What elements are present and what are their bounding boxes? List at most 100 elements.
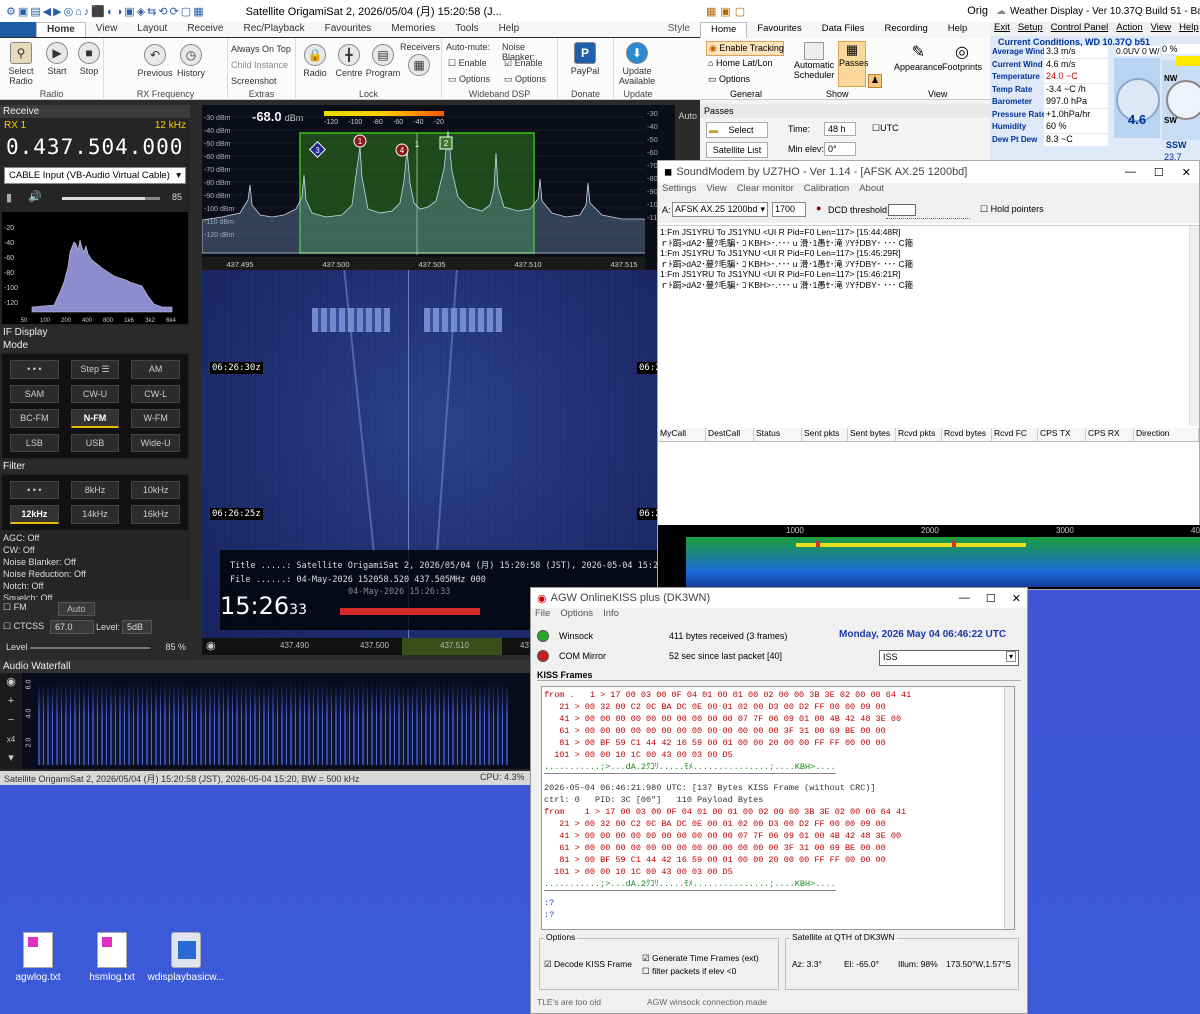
- mode-cw-l[interactable]: CW-L: [131, 385, 180, 403]
- notch-status[interactable]: Notch: Off: [0, 580, 190, 592]
- marker-circle-4[interactable]: 4: [395, 143, 409, 157]
- satellite-select[interactable]: ISS ▾: [879, 650, 1019, 666]
- history-button[interactable]: ◷ History: [172, 44, 210, 78]
- mode-wide-u[interactable]: Wide-U: [131, 434, 180, 452]
- column-header[interactable]: Rcvd bytes: [942, 428, 992, 441]
- weather-menu-control-panel[interactable]: Control Panel: [1051, 22, 1109, 36]
- satellite-list-button[interactable]: Satellite List: [706, 142, 768, 158]
- auto-scheduler-button[interactable]: Automatic Scheduler: [792, 42, 836, 80]
- footprints-button[interactable]: ◎ Footprints: [942, 42, 982, 72]
- appearance-button[interactable]: ✎ Appearance: [894, 42, 943, 72]
- volume-slider[interactable]: [62, 197, 160, 200]
- agw-menu-options[interactable]: Options: [560, 608, 593, 624]
- minimize-icon[interactable]: —: [959, 592, 970, 604]
- tracker-tab-help[interactable]: Help: [938, 22, 978, 38]
- ear-icon[interactable]: ◉: [0, 673, 22, 692]
- filter-12khz[interactable]: 12kHz: [10, 505, 59, 524]
- lock-centre-button[interactable]: ╋ Centre: [330, 44, 368, 78]
- zoom-x4[interactable]: x4: [0, 730, 22, 749]
- filter-packets-row[interactable]: ☐ filter packets if elev <0: [642, 966, 736, 977]
- filter-14khz[interactable]: 14kHz: [70, 505, 120, 524]
- minimize-icon[interactable]: —: [1125, 166, 1136, 178]
- utc-checkbox-row[interactable]: ☐UTC: [872, 123, 899, 134]
- spectrum-auto[interactable]: Auto: [678, 111, 697, 121]
- auto-button[interactable]: Auto: [58, 602, 95, 616]
- automute-options[interactable]: ▭ Options: [448, 74, 490, 85]
- min-elev-select[interactable]: 0°: [824, 142, 856, 156]
- select-radio-button[interactable]: ⚲ Select Radio: [2, 42, 40, 86]
- paypal-button[interactable]: P PayPal: [566, 42, 604, 76]
- weather-menu-setup[interactable]: Setup: [1018, 22, 1043, 36]
- sm-menu-about[interactable]: About: [859, 183, 884, 199]
- ctcss-checkbox[interactable]: ☐: [3, 621, 11, 631]
- filter-8khz[interactable]: 8kHz: [70, 481, 120, 499]
- hold-pointers-checkbox[interactable]: ☐: [980, 204, 988, 214]
- nr-status[interactable]: Noise Reduction: Off: [0, 568, 190, 580]
- down-icon[interactable]: ▾: [0, 749, 22, 768]
- agc-status[interactable]: AGC: Off: [0, 532, 190, 544]
- tracker-tab-datafiles[interactable]: Data Files: [812, 22, 875, 38]
- column-header[interactable]: Direction: [1134, 428, 1199, 441]
- always-on-top-button[interactable]: Always On Top: [231, 44, 291, 54]
- time-select[interactable]: 48 h: [824, 122, 856, 136]
- nb-options[interactable]: ▭ Options: [504, 74, 546, 85]
- sm-menu-settings[interactable]: Settings: [662, 183, 696, 199]
- mode-step[interactable]: Step ☰: [70, 360, 120, 379]
- weather-menu-exit[interactable]: Exit: [994, 22, 1010, 36]
- enable-tracking-button[interactable]: ◉ Enable Tracking: [706, 41, 784, 56]
- ctcss-row[interactable]: ☐ CTCSS: [3, 621, 44, 632]
- marker-small-1[interactable]: 1: [415, 140, 420, 149]
- tracker-tab-favourites[interactable]: Favourites: [747, 22, 811, 38]
- tab-tools[interactable]: Tools: [445, 22, 488, 37]
- sm-menu-calibration[interactable]: Calibration: [804, 183, 849, 199]
- kiss-frames-box[interactable]: from . 1 > 17 00 03 00 0F 04 01 00 01 00…: [541, 686, 1015, 930]
- tab-help[interactable]: Help: [489, 22, 530, 37]
- agw-menu-info[interactable]: Info: [603, 608, 619, 624]
- passes-button[interactable]: ▦ Passes: [838, 41, 869, 87]
- column-header[interactable]: CPS RX: [1086, 428, 1134, 441]
- filter-packets-checkbox[interactable]: ☐: [642, 966, 650, 976]
- quick-toolbar-icons[interactable]: ⚙▣▤◀▶◎⌂♪⬛◐◑▣◈⇆⟲⟳▢▦: [6, 5, 206, 18]
- maximize-icon[interactable]: ☐: [986, 592, 996, 605]
- automute-enable[interactable]: ☐ Enable: [448, 58, 487, 69]
- desktop-icon-wdisplay[interactable]: wdisplaybasicw...: [146, 932, 226, 983]
- mode-lsb[interactable]: LSB: [10, 434, 59, 452]
- fm-checkbox[interactable]: ☐: [3, 602, 11, 612]
- nb-enable[interactable]: ☑ Enable: [504, 58, 543, 69]
- mode-w-fm[interactable]: W-FM: [131, 409, 180, 428]
- weather-menu-view[interactable]: View: [1151, 22, 1171, 36]
- close-icon[interactable]: ✕: [1182, 166, 1191, 179]
- maximize-icon[interactable]: ☐: [1154, 166, 1164, 179]
- dcd-threshold-slider[interactable]: [886, 201, 970, 219]
- sm-menu-view[interactable]: View: [706, 183, 726, 199]
- child-instance-button[interactable]: Child Instance: [231, 60, 288, 70]
- mode-more[interactable]: • • •: [10, 360, 59, 379]
- ctcss-level-select[interactable]: 5dB: [122, 620, 152, 634]
- plus-icon[interactable]: +: [0, 692, 22, 711]
- sm-menu-clear-monitor[interactable]: Clear monitor: [737, 183, 794, 199]
- mode-usb[interactable]: USB: [70, 434, 120, 452]
- mode-am[interactable]: AM: [131, 360, 180, 379]
- gen-time-checkbox[interactable]: ☑: [642, 953, 650, 963]
- column-header[interactable]: Rcvd FC: [992, 428, 1038, 441]
- modem-freq-input[interactable]: 1700: [772, 202, 806, 217]
- connections-table-body[interactable]: [658, 442, 1199, 524]
- fm-checkbox-row[interactable]: ☐ FM: [3, 602, 27, 613]
- squelch-level-slider[interactable]: [30, 647, 150, 649]
- minus-icon[interactable]: −: [0, 711, 22, 730]
- mode-sam[interactable]: SAM: [10, 385, 59, 403]
- tab-view[interactable]: View: [86, 22, 128, 37]
- modem-waterfall[interactable]: 1000 2000 3000 4000: [658, 525, 1200, 589]
- lock-program-button[interactable]: ▤ Program: [364, 44, 402, 78]
- weather-menu-help[interactable]: Help: [1179, 22, 1199, 36]
- tab-layout[interactable]: Layout: [127, 22, 177, 37]
- marker-square-2[interactable]: 2: [439, 136, 453, 150]
- filter-16khz[interactable]: 16kHz: [131, 505, 180, 524]
- desktop-icon-agwlog[interactable]: agwlog.txt: [0, 932, 78, 983]
- column-header[interactable]: MyCall: [658, 428, 706, 441]
- column-header[interactable]: Status: [754, 428, 802, 441]
- spectrum-display[interactable]: -68.0 dBm -120-100-80-60-40-20 🔒 Auto -3…: [202, 105, 697, 270]
- close-icon[interactable]: ✕: [1012, 592, 1021, 605]
- select-button[interactable]: ▬ Select: [706, 122, 768, 138]
- receivers-button[interactable]: Receivers ▦: [400, 42, 440, 78]
